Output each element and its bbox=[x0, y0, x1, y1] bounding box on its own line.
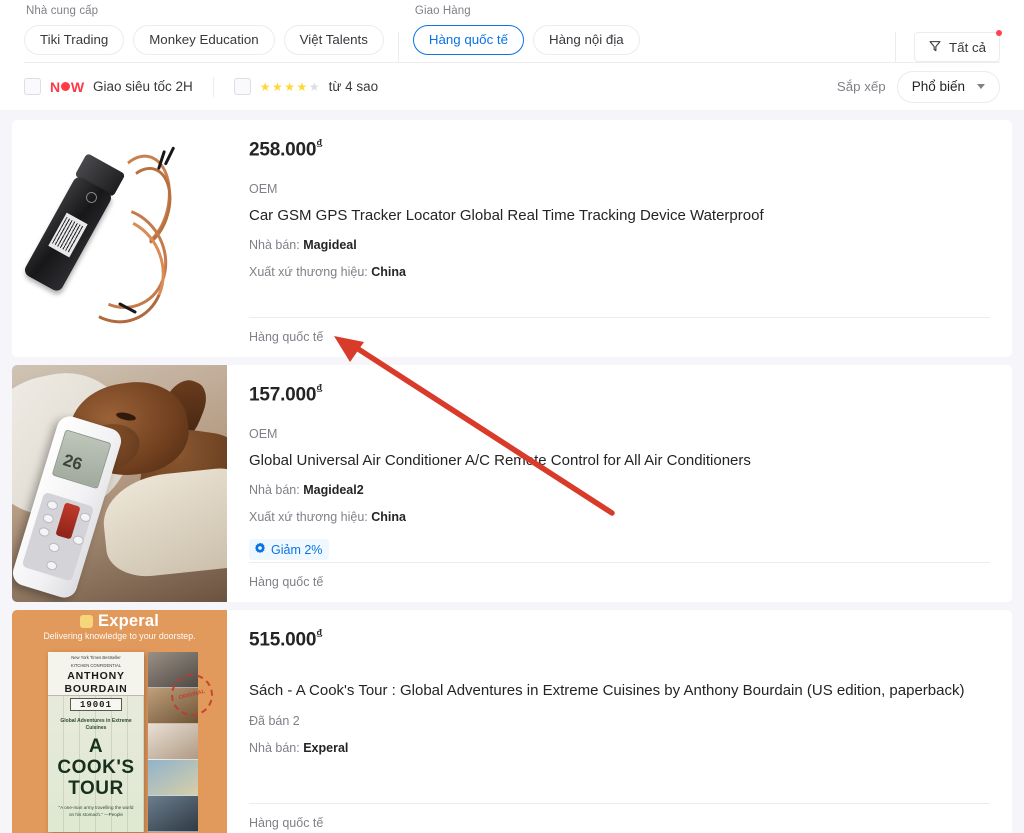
book-title-line-1: A bbox=[88, 736, 104, 757]
option-now-delivery-label: Giao siêu tốc 2H bbox=[92, 79, 193, 94]
filter-chip-monkey-education[interactable]: Monkey Education bbox=[133, 25, 275, 55]
product-footer-tag: Hàng quốc tế bbox=[249, 330, 324, 344]
star-rating-icons: ★ ★ ★ ★ ★ bbox=[260, 81, 320, 93]
filter-group-label: Giao Hàng bbox=[414, 5, 471, 17]
option-now-delivery[interactable]: NW Giao siêu tốc 2H bbox=[24, 78, 193, 95]
product-thumbnail[interactable]: Experal Delivering knowledge to your doo… bbox=[12, 610, 227, 833]
book-store-brand: Experal bbox=[79, 613, 159, 630]
discount-rosette-icon bbox=[254, 542, 266, 557]
product-brand: OEM bbox=[249, 182, 278, 197]
search-results-page: Nhà cung cấp Tiki Trading Monkey Educati… bbox=[0, 0, 1024, 833]
product-seller: Nhà bán: Magideal bbox=[249, 238, 357, 253]
filter-chip-row: Nhà cung cấp Tiki Trading Monkey Educati… bbox=[0, 0, 1024, 62]
all-filters-button[interactable]: Tất cả bbox=[914, 30, 1002, 62]
checkbox-rating[interactable] bbox=[233, 78, 251, 95]
now-logo: NW bbox=[50, 78, 84, 95]
star-icon: ★ bbox=[272, 79, 283, 94]
product-seller: Nhà bán: Magideal2 bbox=[249, 483, 364, 498]
filter-option-row: NW Giao siêu tốc 2H ★ ★ ★ ★ ★ từ 4 sao S… bbox=[0, 63, 1024, 110]
book-title-line-3: TOUR bbox=[68, 778, 124, 799]
sort-dropdown[interactable]: Phổ biến bbox=[896, 70, 1000, 103]
toolbar-divider bbox=[895, 32, 897, 62]
product-thumbnail[interactable] bbox=[12, 365, 227, 602]
product-card[interactable]: 157.000₫ OEM Global Universal Air Condit… bbox=[12, 365, 1012, 602]
star-icon: ★ bbox=[296, 79, 308, 94]
option-divider bbox=[212, 76, 214, 97]
currency-symbol: ₫ bbox=[316, 137, 323, 151]
book-subtitle: Global Adventures in Extreme Cuisines bbox=[60, 718, 132, 731]
chevron-down-icon bbox=[977, 84, 985, 89]
star-icon: ★ bbox=[284, 79, 296, 94]
filter-badge-dot bbox=[996, 30, 1002, 36]
product-sold-count: Đã bán 2 bbox=[249, 714, 300, 729]
book-cover-image: Experal Delivering knowledge to your doo… bbox=[12, 610, 227, 833]
product-promo-badge: Giảm 2% bbox=[249, 539, 330, 561]
product-name[interactable]: Global Universal Air Conditioner A/C Rem… bbox=[249, 451, 990, 471]
sort-control: Sắp xếp Phổ biến bbox=[836, 70, 1000, 103]
product-seller: Nhà bán: Experal bbox=[249, 741, 349, 756]
book-number: 19001 bbox=[70, 698, 122, 711]
filter-group-label: Nhà cung cấp bbox=[26, 5, 99, 17]
filter-chip-viet-talents[interactable]: Việt Talents bbox=[283, 25, 384, 55]
currency-symbol: ₫ bbox=[316, 382, 323, 396]
option-rating-label: từ 4 sao bbox=[328, 79, 379, 94]
ac-remote-control-image bbox=[12, 365, 227, 602]
funnel-icon bbox=[928, 39, 942, 56]
filter-group-divider bbox=[397, 32, 399, 62]
product-name[interactable]: Sách - A Cook's Tour : Global Adventures… bbox=[249, 681, 990, 701]
sort-value: Phổ biến bbox=[911, 79, 965, 94]
book-quote: "A one-man army travelling the world on … bbox=[58, 805, 134, 817]
star-icon-empty: ★ bbox=[308, 79, 320, 94]
product-name[interactable]: Car GSM GPS Tracker Locator Global Real … bbox=[249, 206, 990, 226]
product-footer-tag: Hàng quốc tế bbox=[249, 816, 324, 830]
product-origin: Xuất xứ thương hiệu: China bbox=[249, 265, 406, 280]
product-price: 157.000₫ bbox=[249, 382, 323, 406]
gps-tracker-image bbox=[12, 120, 227, 357]
book-series: KITCHEN CONFIDENTIAL bbox=[70, 663, 122, 669]
filter-chip-hang-noi-dia[interactable]: Hàng nội địa bbox=[533, 25, 640, 55]
product-origin: Xuất xứ thương hiệu: China bbox=[249, 510, 406, 525]
product-price: 515.000₫ bbox=[249, 627, 323, 651]
product-list: 258.000₫ OEM Car GSM GPS Tracker Locator… bbox=[0, 110, 1024, 833]
product-card[interactable]: Experal Delivering knowledge to your doo… bbox=[12, 610, 1012, 833]
filter-chip-hang-quoc-te[interactable]: Hàng quốc tế bbox=[412, 25, 525, 55]
book-store-tagline: Delivering knowledge to your doorstep. bbox=[43, 631, 196, 642]
checkbox-now-delivery[interactable] bbox=[24, 78, 41, 95]
product-brand: OEM bbox=[249, 427, 278, 442]
option-rating-4-stars[interactable]: ★ ★ ★ ★ ★ từ 4 sao bbox=[233, 78, 379, 95]
book-author-line-1: ANTHONY bbox=[67, 669, 125, 682]
book-title-line-2: COOK'S bbox=[57, 757, 135, 778]
filter-chip-tiki-trading[interactable]: Tiki Trading bbox=[24, 25, 125, 55]
currency-symbol: ₫ bbox=[316, 627, 323, 641]
product-footer-tag: Hàng quốc tế bbox=[249, 575, 324, 589]
filter-group-supplier: Nhà cung cấp Tiki Trading Monkey Educati… bbox=[24, 4, 392, 55]
book-top-line: New York Times Bestseller bbox=[71, 655, 121, 660]
product-promo-label: Giảm 2% bbox=[271, 542, 323, 557]
book-author-line-2: BOURDAIN bbox=[64, 682, 128, 695]
product-thumbnail[interactable] bbox=[12, 120, 227, 357]
filter-group-delivery: Giao Hàng Hàng quốc tế Hàng nội địa bbox=[412, 4, 648, 55]
product-price: 258.000₫ bbox=[249, 137, 323, 161]
all-filters-label: Tất cả bbox=[949, 39, 986, 55]
product-card[interactable]: 258.000₫ OEM Car GSM GPS Tracker Locator… bbox=[12, 120, 1012, 357]
star-icon: ★ bbox=[259, 79, 271, 94]
filter-panel: Nhà cung cấp Tiki Trading Monkey Educati… bbox=[0, 0, 1024, 110]
sort-label: Sắp xếp bbox=[836, 79, 886, 94]
store-logo-icon bbox=[79, 614, 93, 628]
